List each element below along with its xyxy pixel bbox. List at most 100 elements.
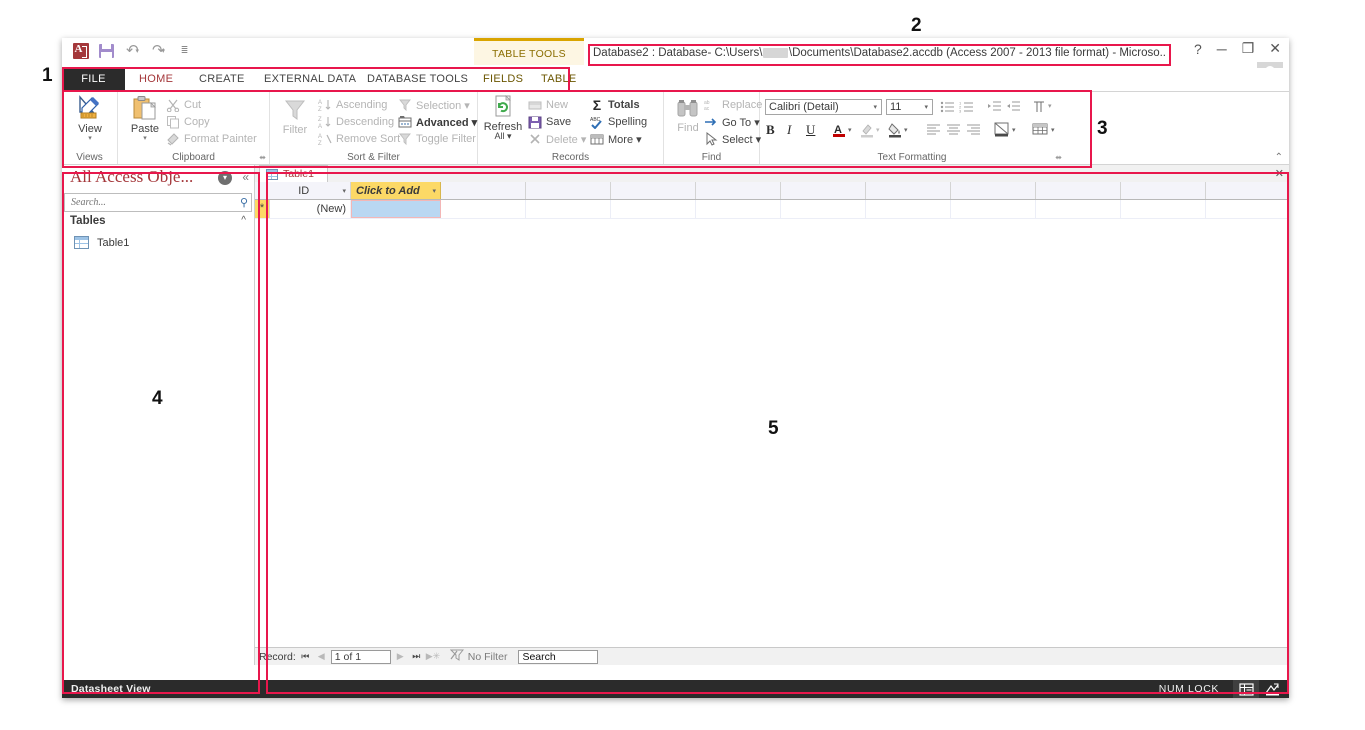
gridlines-caret[interactable]: ▾ <box>1051 126 1055 134</box>
cut-button[interactable]: Cut <box>166 98 201 112</box>
collapse-ribbon-icon[interactable]: ⌃ <box>1275 152 1283 163</box>
sort-descending-button[interactable]: ZA Descending <box>318 115 394 129</box>
next-record-button[interactable]: ▶ <box>394 651 407 662</box>
alternate-row-color-caret[interactable]: ▾ <box>1012 126 1016 134</box>
view-dropdown-caret[interactable]: ▾ <box>67 135 113 142</box>
close-icon[interactable]: ✕ <box>1269 40 1281 57</box>
gridlines-icon[interactable] <box>1032 122 1048 140</box>
cell-empty <box>1121 200 1206 218</box>
advanced-button[interactable]: Advanced ▾ <box>398 115 477 129</box>
tab-home[interactable]: HOME <box>127 68 185 91</box>
font-name-caret[interactable]: ▾ <box>873 103 881 111</box>
go-to-button[interactable]: Go To ▾ <box>704 115 760 129</box>
alternate-row-color-icon[interactable] <box>994 122 1010 140</box>
minimize-icon[interactable]: ─ <box>1217 41 1227 57</box>
bold-button[interactable]: B <box>766 122 775 138</box>
underline-button[interactable]: U <box>806 122 815 138</box>
design-view-button[interactable] <box>1259 680 1285 698</box>
increase-indent-icon[interactable] <box>987 100 1002 117</box>
save-record-button[interactable]: Save <box>528 115 571 129</box>
tab-external-data[interactable]: EXTERNAL DATA <box>252 68 368 91</box>
refresh-all-sublabel[interactable]: All ▾ <box>480 132 526 141</box>
decrease-indent-icon[interactable] <box>1006 100 1021 117</box>
navigation-pane-dropdown-icon[interactable]: ▾ <box>218 171 232 185</box>
refresh-all-button[interactable]: Refresh All ▾ <box>480 95 526 141</box>
datasheet-view-button[interactable] <box>1233 680 1259 698</box>
clipboard-dialog-launcher[interactable]: ⬌ <box>259 153 266 162</box>
font-size-combobox[interactable]: 11 ▾ <box>886 99 933 115</box>
column-header-click-to-add[interactable]: Click to Add ▾ <box>351 182 441 199</box>
navigation-item-table1[interactable]: Table1 <box>62 234 254 251</box>
text-direction-caret[interactable]: ▾ <box>1048 102 1052 110</box>
restore-icon[interactable]: ❐ <box>1242 40 1255 57</box>
last-record-button[interactable]: ⏭ <box>410 651 423 662</box>
paste-button[interactable]: Paste ▾ <box>122 95 168 142</box>
font-size-caret[interactable]: ▾ <box>924 103 932 111</box>
datasheet-search-box[interactable]: Search <box>518 649 599 664</box>
background-color-icon[interactable] <box>888 122 902 141</box>
copy-button[interactable]: Copy <box>166 115 210 129</box>
previous-record-button[interactable]: ◀ <box>315 651 328 662</box>
more-button[interactable]: More ▾ <box>590 132 642 146</box>
search-input[interactable] <box>69 196 233 209</box>
align-right-icon[interactable] <box>966 123 981 139</box>
cell-click-to-add[interactable] <box>351 200 441 218</box>
save-icon[interactable] <box>98 42 115 59</box>
font-name-combobox[interactable]: Calibri (Detail) ▾ <box>765 99 882 115</box>
delete-record-button[interactable]: Delete ▾ <box>528 132 586 146</box>
filter-button[interactable]: Filter <box>272 98 318 136</box>
table-row[interactable]: * (New) <box>255 200 1289 219</box>
new-record-button[interactable]: ▶✳ <box>426 651 440 662</box>
new-record-button[interactable]: New <box>528 98 568 112</box>
text-formatting-dialog-launcher[interactable]: ⬌ <box>1055 153 1062 162</box>
remove-sort-button[interactable]: AZ Remove Sort <box>318 132 400 146</box>
tab-database-tools[interactable]: DATABASE TOOLS <box>355 68 480 91</box>
navigation-pane-collapse-icon[interactable]: « <box>242 170 249 184</box>
spelling-button[interactable]: ABC Spelling <box>590 115 647 129</box>
navigation-group-tables[interactable]: Tables ^ <box>62 212 254 234</box>
paste-dropdown-caret[interactable]: ▾ <box>122 135 168 142</box>
numbering-icon[interactable]: 123 <box>959 100 974 117</box>
add-column-dropdown-icon[interactable]: ▾ <box>428 187 440 195</box>
bullets-icon[interactable] <box>940 100 955 117</box>
tab-table[interactable]: TABLE <box>529 68 589 91</box>
sort-ascending-button[interactable]: AZ Ascending <box>318 98 387 112</box>
background-color-caret[interactable]: ▾ <box>904 126 908 134</box>
cell-empty <box>611 200 696 218</box>
chevron-up-icon[interactable]: ^ <box>241 215 246 226</box>
navigation-search-box[interactable]: ⚲ <box>64 193 252 212</box>
record-position-box[interactable]: 1 of 1 <box>330 649 391 664</box>
text-highlight-caret[interactable]: ▾ <box>876 126 880 134</box>
search-icon[interactable]: ⚲ <box>240 196 248 209</box>
document-tab-table1[interactable]: Table1 <box>259 165 328 182</box>
text-highlight-icon[interactable] <box>860 122 874 141</box>
view-button[interactable]: View ▾ <box>67 95 113 142</box>
undo-icon[interactable]: ↶ ▾ <box>124 42 141 59</box>
no-filter-button[interactable]: No Filter <box>449 649 507 664</box>
format-painter-button[interactable]: Format Painter <box>166 132 257 146</box>
italic-button[interactable]: I <box>787 122 791 138</box>
close-document-icon[interactable]: ✕ <box>1275 167 1284 180</box>
align-center-icon[interactable] <box>946 123 961 139</box>
customize-qat-icon[interactable]: ≣ <box>176 42 193 59</box>
replace-button[interactable]: ab ac Replace <box>704 98 762 112</box>
tab-create[interactable]: CREATE <box>187 68 257 91</box>
totals-button[interactable]: Σ Totals <box>590 98 640 112</box>
column-dropdown-icon[interactable]: ▾ <box>338 187 350 195</box>
cell-id[interactable]: (New) <box>269 200 351 218</box>
column-header-id[interactable]: ID ▾ <box>269 182 351 199</box>
row-selector-new[interactable]: * <box>255 200 270 218</box>
selection-button[interactable]: Selection ▾ <box>398 98 470 112</box>
select-button[interactable]: Select ▾ <box>704 132 761 146</box>
align-left-icon[interactable] <box>926 123 941 139</box>
font-color-caret[interactable]: ▾ <box>848 126 852 134</box>
font-color-icon[interactable]: A <box>832 122 846 141</box>
tab-file[interactable]: FILE <box>62 68 125 91</box>
toggle-filter-button[interactable]: Toggle Filter <box>398 132 476 146</box>
select-all-corner[interactable] <box>255 182 270 199</box>
first-record-button[interactable]: ⏮ <box>299 651 312 662</box>
tab-fields[interactable]: FIELDS <box>471 68 535 91</box>
help-icon[interactable]: ? <box>1194 41 1202 57</box>
text-direction-icon[interactable] <box>1032 100 1047 117</box>
redo-icon[interactable]: ↷ ▾ <box>150 42 167 59</box>
